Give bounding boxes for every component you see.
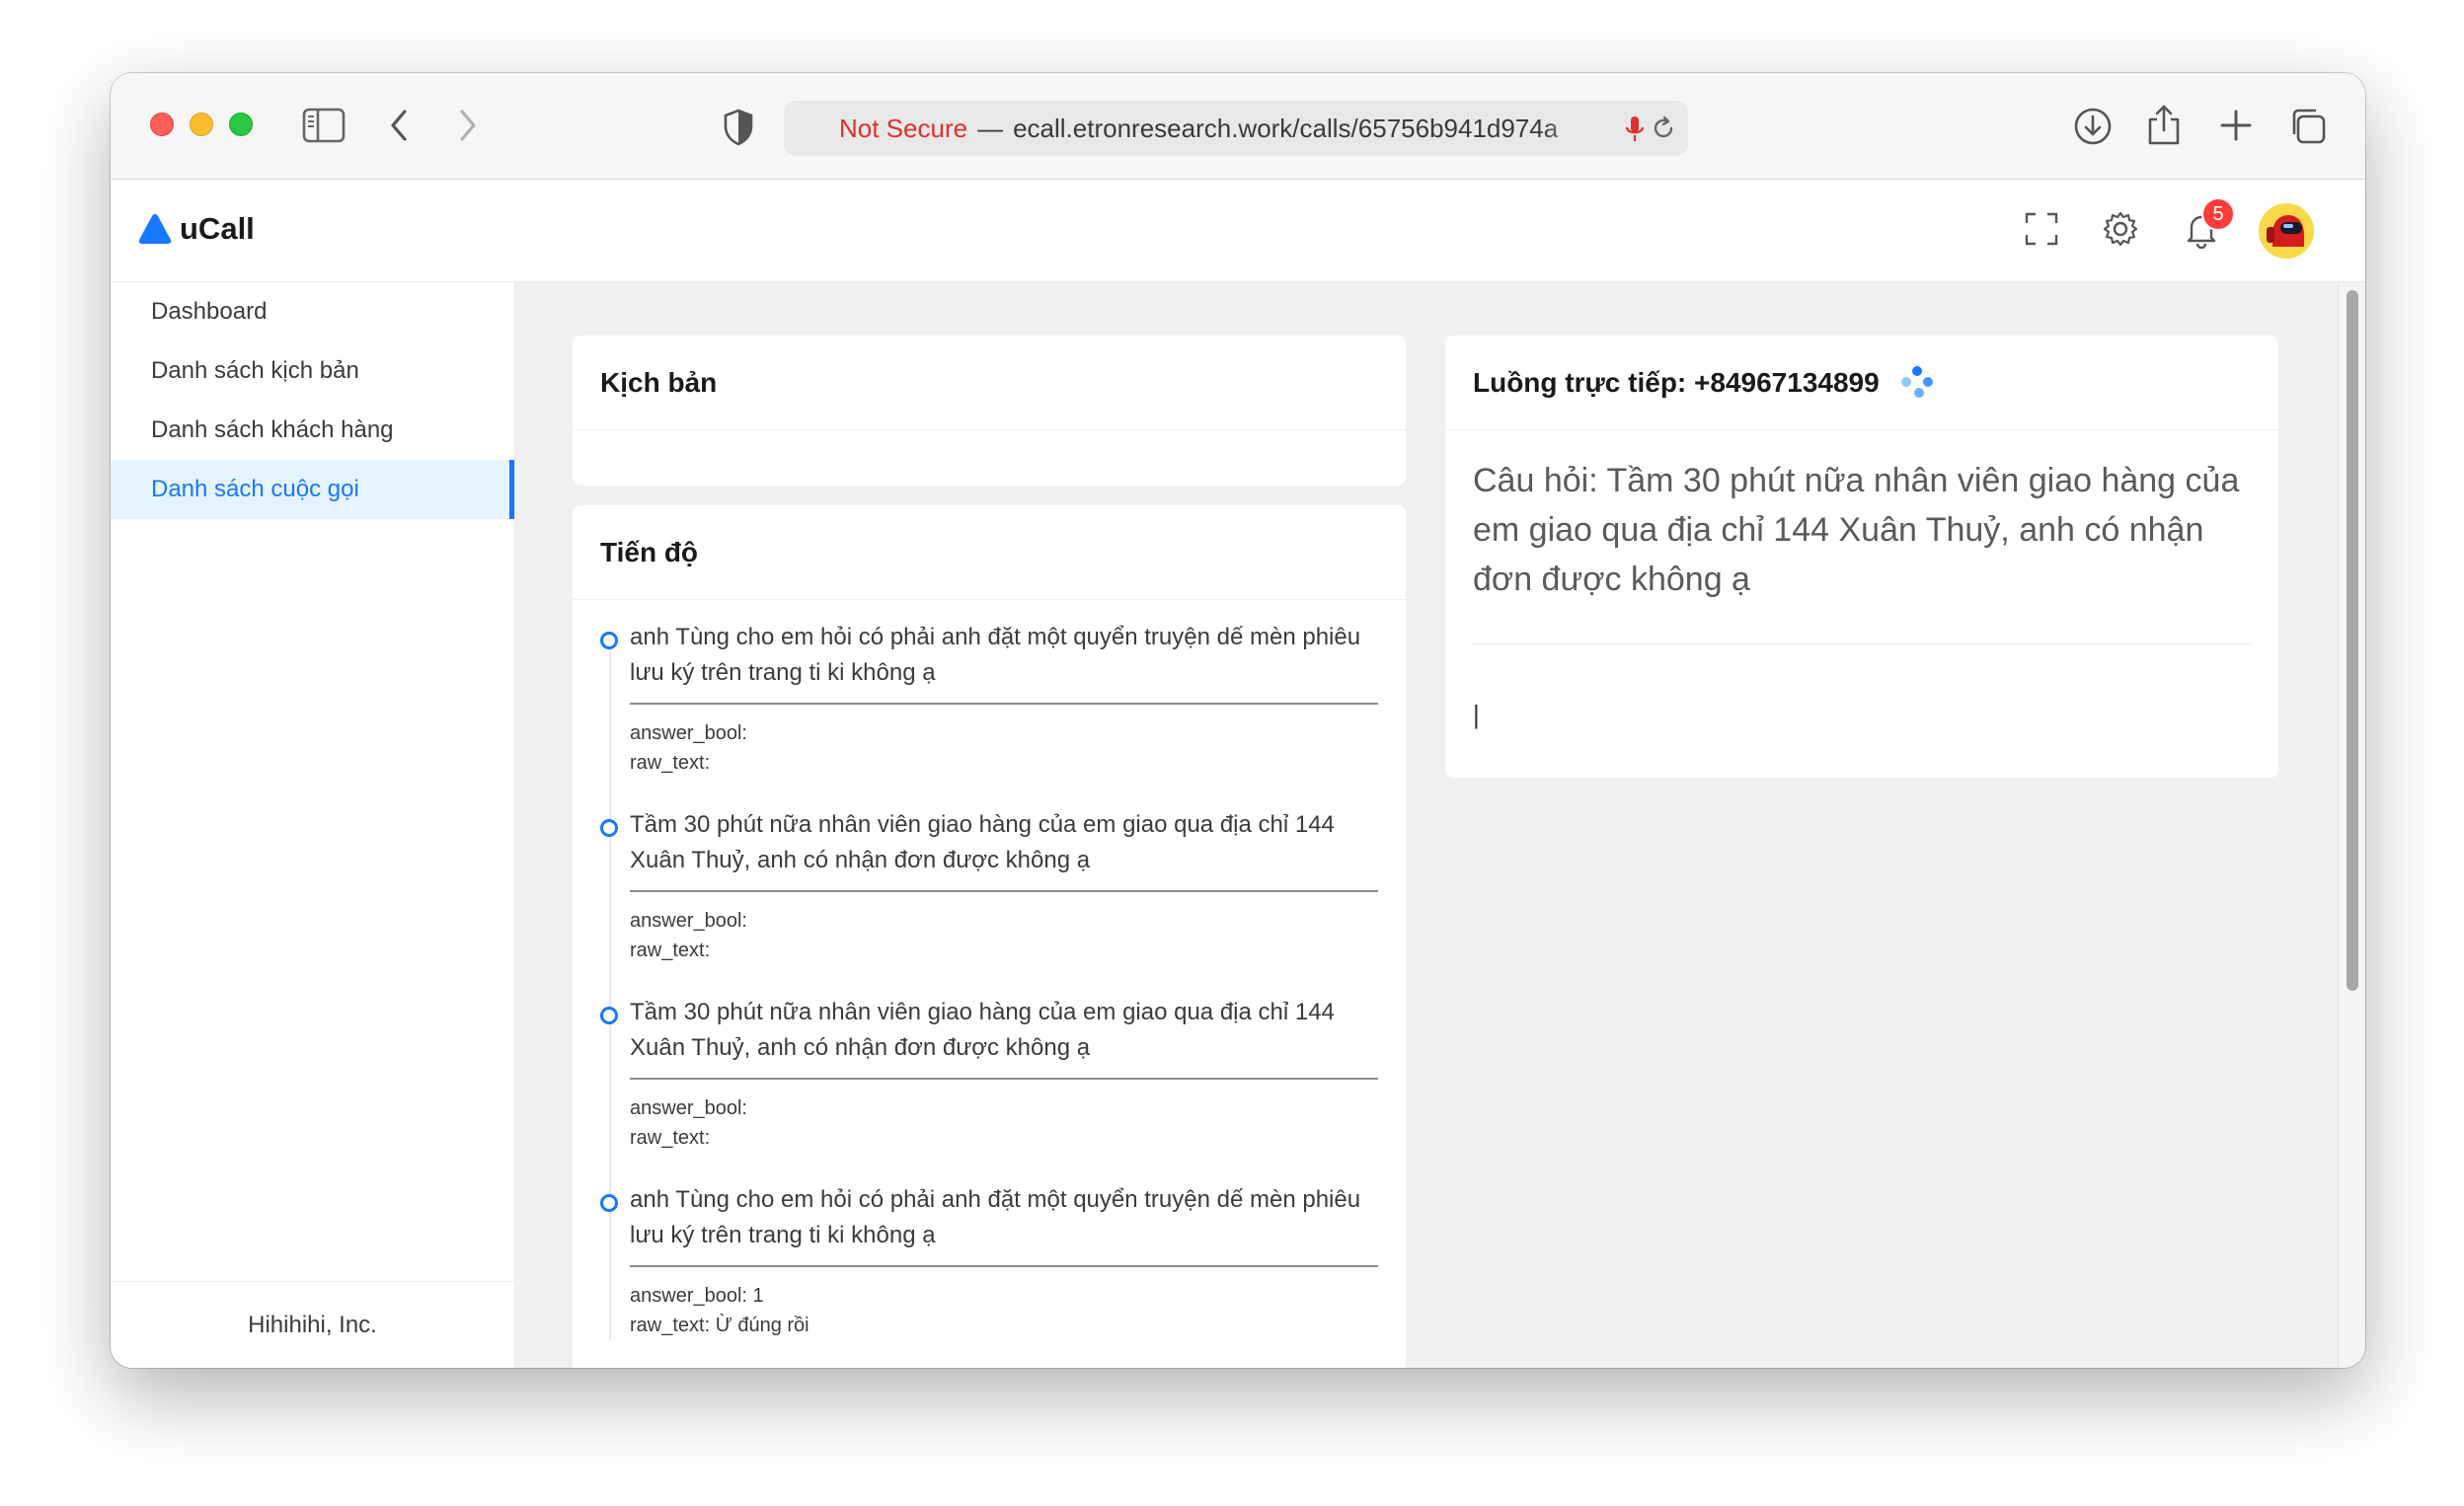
progress-card: Tiến độ anh Tùng cho em hỏi có phải anh …: [573, 505, 1406, 1368]
url-separator: —: [977, 113, 1004, 143]
sidebar-item-scripts[interactable]: Danh sách kịch bản: [111, 341, 514, 401]
privacy-shield-icon[interactable]: [723, 109, 754, 146]
loading-spinner-icon: [1897, 363, 1937, 403]
sidebar-item-customers[interactable]: Danh sách khách hàng: [111, 401, 514, 460]
sidebar-footer: Hihihihi, Inc.: [111, 1281, 514, 1368]
transcript-cursor: |: [1473, 700, 1480, 729]
sidebar-toggle-icon[interactable]: [302, 107, 346, 144]
maximize-window-button[interactable]: [229, 113, 253, 136]
settings-gear-icon[interactable]: [2101, 209, 2140, 249]
progress-card-title: Tiến độ: [573, 505, 1406, 600]
minimize-window-button[interactable]: [190, 113, 213, 136]
timeline-question: Tầm 30 phút nữa nhân viên giao hàng của …: [630, 995, 1378, 1080]
timeline-raw-text: raw_text: Ừ đúng rồi: [630, 1315, 809, 1336]
user-avatar[interactable]: [2259, 203, 2314, 259]
timeline-answer-bool: answer_bool: 1: [630, 1285, 764, 1307]
timeline-answer-bool: answer_bool:: [630, 1097, 747, 1119]
timeline-item: Tầm 30 phút nữa nhân viên giao hàng của …: [600, 995, 1378, 1153]
logo-triangle-icon: [138, 214, 172, 244]
timeline-answer-bool: answer_bool:: [630, 910, 747, 932]
timeline-dot: [600, 632, 618, 649]
timeline-answer-bool: answer_bool:: [630, 722, 747, 744]
sidebar-item-calls[interactable]: Danh sách cuộc gọi: [111, 460, 514, 519]
script-card-title: Kịch bản: [573, 336, 1406, 430]
timeline-dot: [600, 1007, 618, 1024]
forward-icon[interactable]: [456, 107, 480, 144]
live-stream-header: Luồng trực tiếp: +84967134899: [1445, 336, 2278, 430]
timeline-question: anh Tùng cho em hỏi có phải anh đặt một …: [630, 1182, 1378, 1267]
vertical-scrollbar[interactable]: [2338, 282, 2365, 1368]
script-card: Kịch bản: [573, 336, 1406, 486]
microphone-icon[interactable]: [1625, 114, 1645, 144]
timeline-item: Tầm 30 phút nữa nhân viên giao hàng của …: [600, 807, 1378, 965]
timeline-raw-text: raw_text:: [630, 752, 711, 774]
tab-overview-icon[interactable]: [2288, 107, 2328, 146]
live-stream-card: Luồng trực tiếp: +84967134899 Câu hỏi: T…: [1445, 336, 2278, 778]
live-stream-title: Luồng trực tiếp: +84967134899: [1473, 366, 1880, 398]
new-tab-icon[interactable]: [2219, 109, 2253, 142]
sidebar-menu: Dashboard Danh sách kịch bản Danh sách k…: [111, 282, 514, 519]
share-icon[interactable]: [2146, 103, 2182, 146]
timeline-question: anh Tùng cho em hỏi có phải anh đặt một …: [630, 620, 1378, 705]
current-question: Câu hỏi: Tầm 30 phút nữa nhân viên giao …: [1473, 456, 2251, 644]
scrollbar-thumb[interactable]: [2347, 290, 2358, 991]
timeline-question: Tầm 30 phút nữa nhân viên giao hàng của …: [630, 807, 1378, 892]
browser-toolbar: Not Secure — ecall.etronresearch.work/ca…: [111, 73, 2365, 180]
url-fade: [1540, 101, 1609, 156]
timeline-item: anh Tùng cho em hỏi có phải anh đặt một …: [600, 1182, 1378, 1340]
app-name: uCall: [180, 211, 255, 246]
progress-timeline: anh Tùng cho em hỏi có phải anh đặt một …: [573, 600, 1406, 1340]
app-header: uCall 5: [111, 180, 2365, 282]
fullscreen-icon[interactable]: [2022, 209, 2061, 249]
timeline-dot: [600, 1194, 618, 1212]
notification-count-badge: 5: [2201, 197, 2235, 231]
back-icon[interactable]: [387, 107, 411, 144]
not-secure-label: Not Secure: [839, 113, 968, 143]
main-content: Kịch bản Tiến độ anh Tùng cho em hỏi có …: [515, 282, 2338, 1368]
timeline-item: anh Tùng cho em hỏi có phải anh đặt một …: [600, 620, 1378, 778]
url-text: ecall.etronresearch.work/calls/65756b941…: [1013, 113, 1559, 143]
address-bar[interactable]: Not Secure — ecall.etronresearch.work/ca…: [784, 101, 1688, 156]
download-icon[interactable]: [2073, 107, 2113, 146]
sidebar: Dashboard Danh sách kịch bản Danh sách k…: [111, 282, 515, 1368]
timeline-raw-text: raw_text:: [630, 1127, 711, 1149]
app-logo[interactable]: uCall: [136, 211, 255, 247]
timeline-dot: [600, 819, 618, 837]
sidebar-item-dashboard[interactable]: Dashboard: [111, 282, 514, 341]
timeline-raw-text: raw_text:: [630, 940, 711, 961]
browser-window: Not Secure — ecall.etronresearch.work/ca…: [111, 73, 2365, 1368]
reload-icon[interactable]: [1651, 115, 1676, 141]
close-window-button[interactable]: [150, 113, 174, 136]
live-stream-body: Câu hỏi: Tầm 30 phút nữa nhân viên giao …: [1445, 430, 2278, 730]
